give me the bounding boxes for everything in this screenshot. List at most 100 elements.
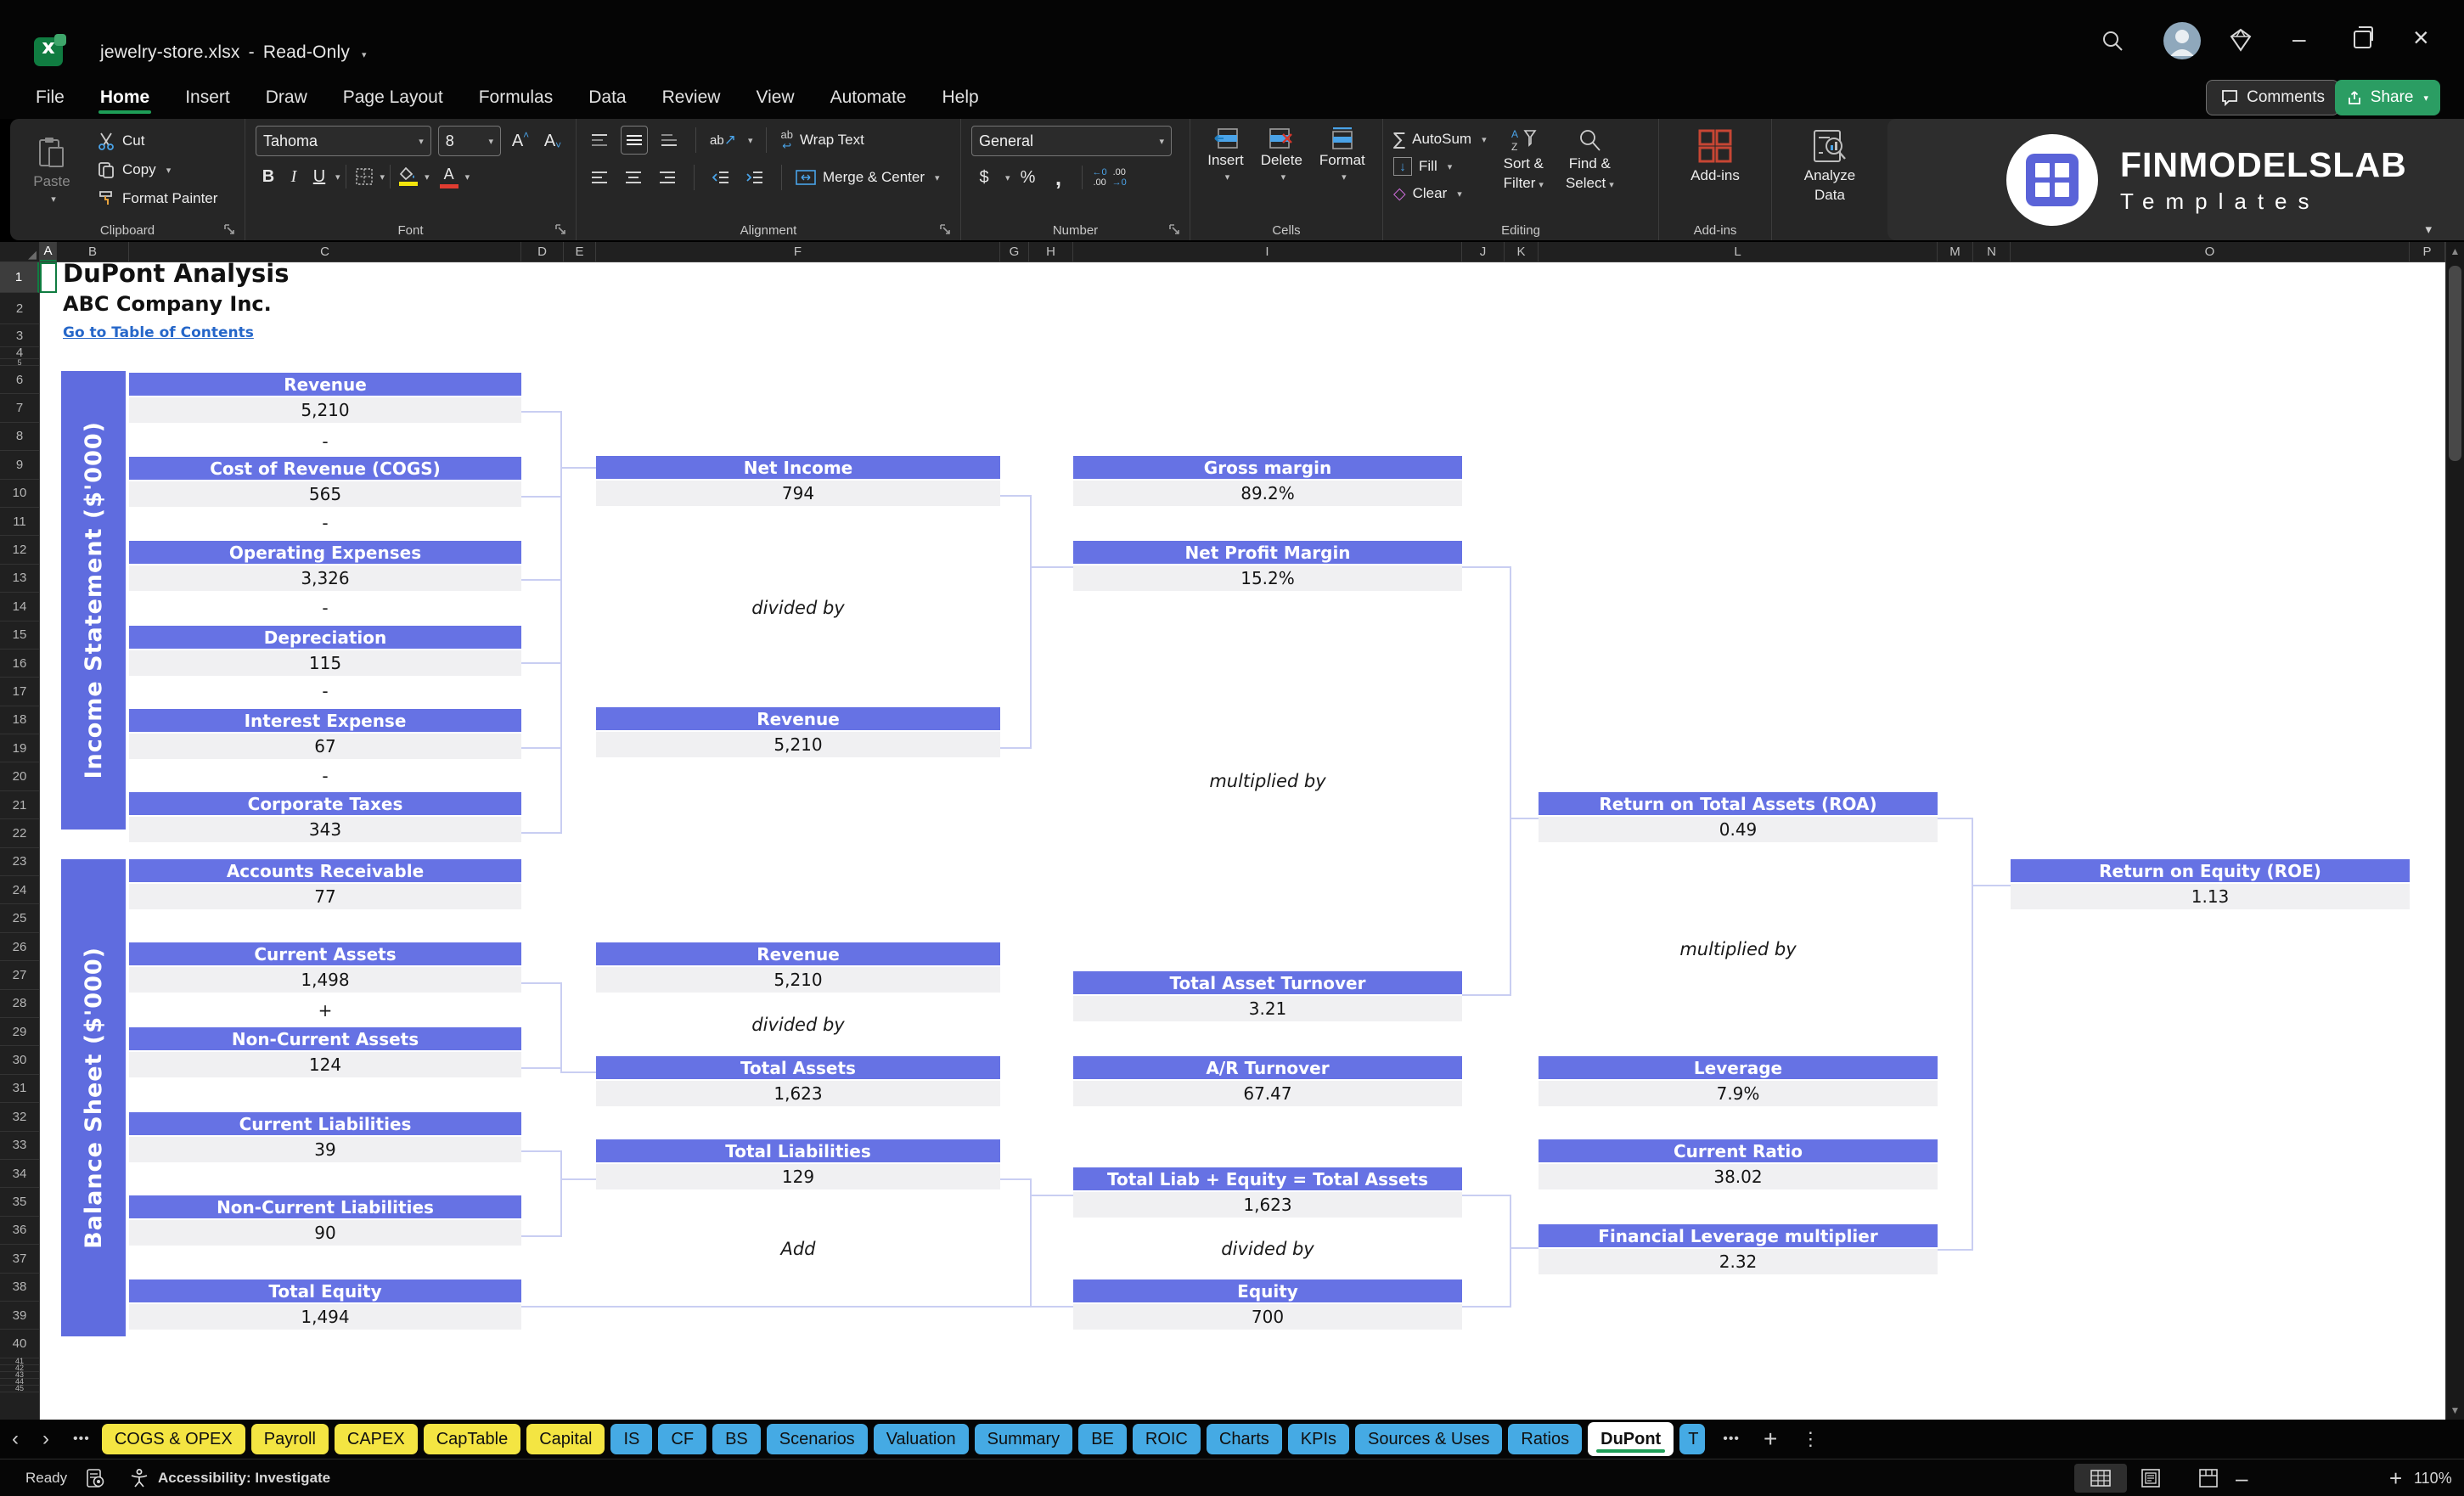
operator-add-1: Add: [780, 1239, 815, 1259]
all-sheets-button[interactable]: •••: [73, 1422, 90, 1456]
node-value: 5,210: [596, 732, 1000, 757]
connector-line: [562, 1178, 596, 1180]
node-corporate-taxes[interactable]: Corporate Taxes343: [129, 792, 521, 842]
sheet-menu-button[interactable]: ⋮: [1801, 1422, 1820, 1456]
sheet-tab-t[interactable]: T: [1679, 1424, 1705, 1454]
sheet-tab-ratios[interactable]: Ratios: [1508, 1424, 1582, 1454]
node-gross-margin[interactable]: Gross margin89.2%: [1073, 456, 1462, 506]
next-sheet-button[interactable]: ›: [42, 1422, 49, 1456]
node-noncurrent-liabilities[interactable]: Non-Current Liabilities90: [129, 1195, 521, 1246]
sheet-tab-capex[interactable]: CAPEX: [335, 1424, 418, 1454]
node-leverage[interactable]: Leverage7.9%: [1539, 1056, 1938, 1106]
sheet-tab-roic[interactable]: ROIC: [1133, 1424, 1201, 1454]
node-depreciation[interactable]: Depreciation115: [129, 626, 521, 676]
node-opex[interactable]: Operating Expenses3,326: [129, 541, 521, 591]
more-sheets-button[interactable]: •••: [1723, 1422, 1740, 1456]
scroll-down-icon[interactable]: ▼: [2446, 1404, 2464, 1416]
node-roe[interactable]: Return on Equity (ROE)1.13: [2011, 859, 2410, 909]
vertical-scroll-thumb[interactable]: [2449, 266, 2461, 461]
connector-line: [1511, 1247, 1539, 1249]
node-value: 5,210: [129, 397, 521, 423]
sheet-tab-label: Payroll: [264, 1430, 316, 1449]
node-label: Total Equity: [129, 1279, 521, 1302]
zoom-out-button[interactable]: –: [2236, 1459, 2247, 1496]
connector-line: [1000, 747, 1032, 749]
node-total-asset-turnover[interactable]: Total Asset Turnover3.21: [1073, 971, 1462, 1021]
node-label: Total Liabilities: [596, 1139, 1000, 1162]
connector-line: [1973, 885, 2011, 886]
node-label: Return on Equity (ROE): [2011, 859, 2410, 882]
connector-line: [1938, 1249, 1973, 1251]
node-current-liabilities[interactable]: Current Liabilities39: [129, 1112, 521, 1162]
node-value: 77: [129, 884, 521, 909]
status-bar: Ready Accessibility: Investigate – + 110…: [0, 1459, 2464, 1496]
connector-line: [1462, 1195, 1511, 1196]
page-layout-view-button[interactable]: [2140, 1459, 2162, 1496]
node-revenue-is[interactable]: Revenue5,210: [129, 373, 521, 423]
node-revenue-f2[interactable]: Revenue5,210: [596, 942, 1000, 993]
sheet-tab-label: KPIs: [1301, 1430, 1336, 1449]
connector-line: [1462, 1306, 1511, 1308]
node-label: Total Asset Turnover: [1073, 971, 1462, 994]
accessibility-status[interactable]: Accessibility: Investigate: [129, 1459, 330, 1496]
page-break-view-button[interactable]: [2197, 1459, 2219, 1496]
sheet-tab-is[interactable]: IS: [610, 1424, 652, 1454]
node-accounts-receivable[interactable]: Accounts Receivable77: [129, 859, 521, 909]
connector-line: [562, 467, 596, 469]
node-financial-leverage-multiplier[interactable]: Financial Leverage multiplier2.32: [1539, 1224, 1938, 1274]
sheet-tab-be[interactable]: BE: [1078, 1424, 1127, 1454]
sheet-tab-payroll[interactable]: Payroll: [251, 1424, 329, 1454]
prev-sheet-button[interactable]: ‹: [12, 1422, 19, 1456]
new-sheet-button[interactable]: +: [1764, 1422, 1777, 1456]
sheet-tab-cf[interactable]: CF: [658, 1424, 706, 1454]
node-total-equity[interactable]: Total Equity1,494: [129, 1279, 521, 1330]
node-noncurrent-assets[interactable]: Non-Current Assets124: [129, 1027, 521, 1077]
zoom-level[interactable]: 110%: [2414, 1459, 2452, 1496]
macro-record-icon[interactable]: [85, 1459, 105, 1496]
node-value: 67: [129, 734, 521, 759]
node-revenue-f1[interactable]: Revenue5,210: [596, 707, 1000, 757]
node-net-income[interactable]: Net Income794: [596, 456, 1000, 506]
vertical-scrollbar[interactable]: ▲ ▼: [2445, 242, 2464, 1420]
node-label: Interest Expense: [129, 709, 521, 732]
sheet-tab-charts[interactable]: Charts: [1207, 1424, 1282, 1454]
node-equity[interactable]: Equity700: [1073, 1279, 1462, 1330]
operator-divided-by-1: divided by: [751, 598, 844, 618]
node-roa[interactable]: Return on Total Assets (ROA)0.49: [1539, 792, 1938, 842]
node-label: Current Liabilities: [129, 1112, 521, 1135]
normal-view-button[interactable]: [2074, 1464, 2127, 1493]
node-value: 1.13: [2011, 884, 2410, 909]
sheet-tab-label: BS: [725, 1430, 748, 1449]
table-of-contents-link[interactable]: Go to Table of Contents: [63, 324, 254, 341]
node-ar-turnover[interactable]: A/R Turnover67.47: [1073, 1056, 1462, 1106]
connector-line: [1032, 1306, 1073, 1308]
connector-line: [521, 1235, 562, 1237]
node-current-assets[interactable]: Current Assets1,498: [129, 942, 521, 993]
sheet-tab-dupont[interactable]: DuPont: [1588, 1422, 1674, 1456]
sheet-tab-valuation[interactable]: Valuation: [874, 1424, 969, 1454]
sheet-tab-bs[interactable]: BS: [712, 1424, 761, 1454]
sheet-tab-cogs-opex[interactable]: COGS & OPEX: [102, 1424, 245, 1454]
zoom-in-button[interactable]: +: [2389, 1459, 2402, 1496]
node-interest-expense[interactable]: Interest Expense67: [129, 709, 521, 759]
node-net-profit-margin[interactable]: Net Profit Margin15.2%: [1073, 541, 1462, 591]
scroll-up-icon[interactable]: ▲: [2446, 245, 2464, 257]
connector-line: [1510, 566, 1511, 996]
node-total-assets[interactable]: Total Assets1,623: [596, 1056, 1000, 1106]
section-label-is: Income Statement ($'000): [61, 371, 126, 830]
node-label: Total Liab + Equity = Total Assets: [1073, 1167, 1462, 1190]
sheet-tab-kpis[interactable]: KPIs: [1288, 1424, 1349, 1454]
node-total-liabilities[interactable]: Total Liabilities129: [596, 1139, 1000, 1189]
sheet-tab-summary[interactable]: Summary: [975, 1424, 1073, 1454]
sheet-tab-capital[interactable]: Capital: [526, 1424, 605, 1454]
node-tle-total-assets[interactable]: Total Liab + Equity = Total Assets1,623: [1073, 1167, 1462, 1218]
node-current-ratio[interactable]: Current Ratio38.02: [1539, 1139, 1938, 1189]
sheet-tab-captable[interactable]: CapTable: [424, 1424, 521, 1454]
connector-line: [560, 1150, 562, 1237]
sheet-tab-sources-uses[interactable]: Sources & Uses: [1355, 1424, 1502, 1454]
node-label: Current Ratio: [1539, 1139, 1938, 1162]
sheet-tab-label: Valuation: [886, 1430, 956, 1449]
node-label: Cost of Revenue (COGS): [129, 457, 521, 480]
sheet-tab-scenarios[interactable]: Scenarios: [767, 1424, 868, 1454]
node-cogs[interactable]: Cost of Revenue (COGS)565: [129, 457, 521, 507]
